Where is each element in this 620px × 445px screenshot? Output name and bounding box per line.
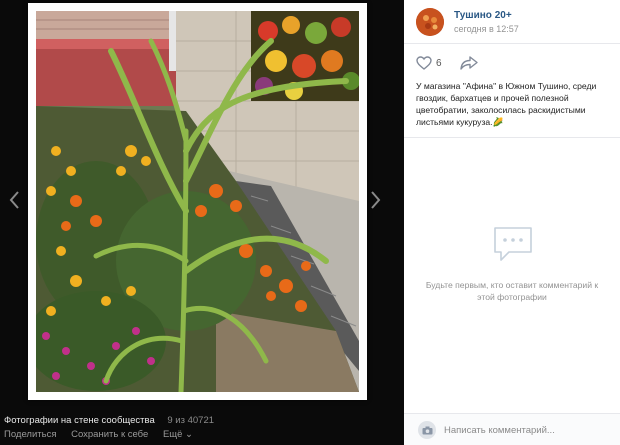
album-title[interactable]: Фотографии на стене сообщества <box>4 415 155 426</box>
divider <box>404 137 620 138</box>
info-panel: Тушино 20+ сегодня в 12:57 6 У магазина … <box>404 0 620 445</box>
comment-input[interactable] <box>444 420 614 440</box>
photo[interactable] <box>36 11 359 392</box>
post-actions: 6 <box>404 44 620 80</box>
comment-bar <box>404 413 620 445</box>
post-description: У магазина "Афина" в Южном Тушино, среди… <box>416 81 597 127</box>
photo-counter: 9 из 40721 <box>167 415 215 426</box>
post-header: Тушино 20+ сегодня в 12:57 <box>404 0 620 44</box>
share-button[interactable]: Поделиться <box>4 429 56 440</box>
post-date[interactable]: сегодня в 12:57 <box>454 24 519 34</box>
heart-icon[interactable] <box>416 56 432 75</box>
like-count: 6 <box>436 58 442 69</box>
camera-icon[interactable] <box>418 421 436 439</box>
comments-empty-text: Будьте первым, кто оставит комментарий к… <box>425 280 599 302</box>
share-arrow-icon[interactable] <box>460 56 478 75</box>
save-button[interactable]: Сохранить к себе <box>71 429 148 440</box>
photo-viewer: Фотографии на стене сообщества 9 из 4072… <box>0 0 404 445</box>
chevron-right-icon[interactable] <box>366 185 386 215</box>
photo-frame <box>28 3 367 400</box>
comments-empty-icon <box>492 225 534 270</box>
viewer-footer: Фотографии на стене сообщества 9 из 4072… <box>0 410 404 445</box>
photo-actions: Поделиться Сохранить к себе Ещё ⌄ <box>4 429 205 440</box>
chevron-left-icon[interactable] <box>4 185 24 215</box>
more-button[interactable]: Ещё ⌄ <box>163 429 193 440</box>
album-info: Фотографии на стене сообщества 9 из 4072… <box>4 415 214 426</box>
avatar[interactable] <box>416 8 444 36</box>
group-name[interactable]: Тушино 20+ <box>454 10 512 21</box>
